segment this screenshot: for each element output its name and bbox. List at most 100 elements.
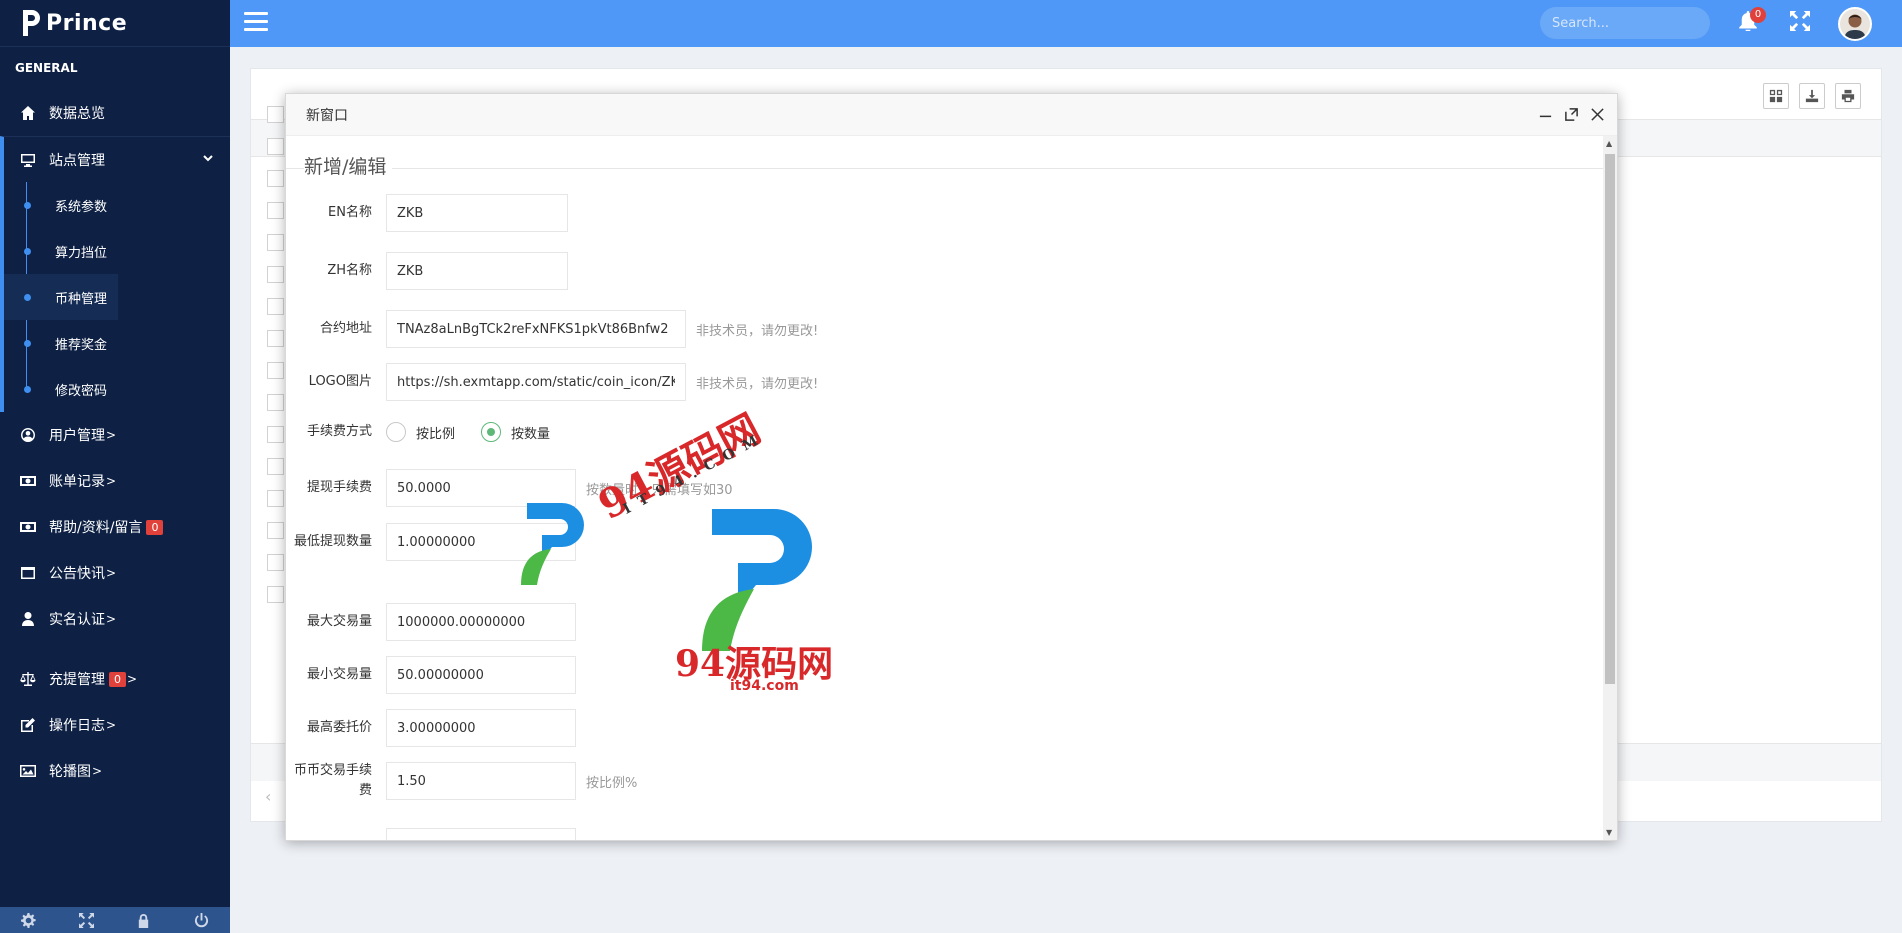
sidebar-item-label: 数据总览: [49, 106, 105, 122]
dialog-controls: [1537, 106, 1605, 122]
submenu-item-referral-bonus[interactable]: 推荐奖金: [4, 320, 230, 366]
image-icon: [19, 762, 37, 780]
sidebar-item-users[interactable]: 用户管理 >: [0, 412, 230, 458]
sidebar-item-site-management[interactable]: 站点管理: [0, 136, 230, 182]
submenu-label: 系统参数: [55, 199, 108, 215]
sidebar-item-carousel[interactable]: 轮播图 >: [0, 748, 230, 794]
chevron-right-icon: >: [106, 474, 117, 488]
sidebar-item-verification[interactable]: 实名认证 >: [0, 596, 230, 642]
row-checkbox[interactable]: [267, 330, 284, 347]
maximize-icon[interactable]: [1563, 106, 1579, 122]
row-checkbox[interactable]: [267, 426, 284, 443]
brand[interactable]: Prince: [0, 0, 230, 47]
print-icon[interactable]: [1835, 83, 1861, 109]
chevron-right-icon: >: [127, 672, 138, 686]
chevron-right-icon: >: [106, 612, 117, 626]
withdraw-fee-input[interactable]: [386, 469, 576, 507]
chevron-left-icon[interactable]: ‹: [265, 787, 271, 806]
en-name-input[interactable]: [386, 194, 568, 232]
user-circle-icon: [19, 426, 37, 444]
row-checkbox[interactable]: [267, 234, 284, 251]
menu-toggle-icon[interactable]: [244, 12, 268, 34]
sidebar-item-help[interactable]: 帮助/资料/留言 0: [0, 504, 230, 550]
avatar[interactable]: [1838, 7, 1872, 41]
trade-fee-hint: 按比例%: [586, 775, 638, 791]
sidebar-item-label: 公告快讯: [49, 566, 105, 582]
form-row-logo: LOGO图片 非技术员，请勿更改!: [286, 363, 818, 401]
logo-url-input[interactable]: [386, 363, 686, 401]
sidebar-submenu: 系统参数 算力挡位 币种管理 推荐奖金 修改密码: [0, 182, 230, 412]
max-trade-label: 最大交易量: [306, 614, 372, 629]
trade-fee-input[interactable]: [386, 762, 576, 800]
form-row-withdraw-fee: 提现手续费 按数量时，只需填写如30: [286, 469, 733, 507]
legend-divider: [286, 168, 1603, 169]
columns-icon[interactable]: [1763, 83, 1789, 109]
row-checkbox[interactable]: [267, 170, 284, 187]
row-checkbox[interactable]: [267, 138, 284, 155]
submenu-item-system-params[interactable]: 系统参数: [4, 182, 230, 228]
form-row-zh-name: ZH名称: [286, 252, 568, 290]
form-row-max-order-price: 最高委托价: [286, 709, 576, 747]
dialog-title-bar[interactable]: 新窗口: [286, 94, 1617, 136]
expand-icon[interactable]: [78, 912, 94, 928]
brand-logo-icon: [23, 10, 40, 36]
row-checkbox[interactable]: [267, 458, 284, 475]
edit-dialog: 新窗口 新增/编辑 EN名称 ZH名称 合约地址 非技术员，请勿更改! LOGO…: [285, 93, 1618, 841]
sidebar-item-deposit-withdraw[interactable]: 充提管理 0 >: [0, 656, 230, 702]
row-checkbox[interactable]: [267, 554, 284, 571]
trade-fee-label: 币币交易手续费: [293, 763, 372, 798]
sidebar-item-announcements[interactable]: 公告快讯 >: [0, 550, 230, 596]
row-checkbox[interactable]: [267, 106, 284, 123]
form-row-max-trade: 最大交易量: [286, 603, 576, 641]
max-trade-input[interactable]: [386, 603, 576, 641]
close-icon[interactable]: [1589, 106, 1605, 122]
row-checkbox[interactable]: [267, 522, 284, 539]
zh-name-input[interactable]: [386, 252, 568, 290]
row-checkbox[interactable]: [267, 490, 284, 507]
fullscreen-icon[interactable]: [1790, 11, 1812, 33]
search-box: [1540, 7, 1722, 39]
row-checkbox[interactable]: [267, 586, 284, 603]
min-trade-input[interactable]: [386, 656, 576, 694]
lock-icon[interactable]: [136, 912, 152, 928]
minimize-icon[interactable]: [1537, 106, 1553, 122]
sidebar-item-bills[interactable]: 账单记录 >: [0, 458, 230, 504]
bell-icon[interactable]: 0: [1738, 7, 1766, 33]
power-icon[interactable]: [193, 912, 209, 928]
sidebar-item-label: 帮助/资料/留言: [49, 520, 143, 536]
sidebar-item-label: 账单记录: [49, 474, 105, 490]
submenu-item-hashrate[interactable]: 算力挡位: [4, 228, 230, 274]
next-field-input[interactable]: [386, 828, 576, 840]
dialog-scrollbar[interactable]: ▲ ▼: [1603, 136, 1617, 840]
contract-address-input[interactable]: [386, 310, 686, 348]
sidebar-item-dashboard[interactable]: 数据总览: [0, 90, 230, 136]
submenu-label: 推荐奖金: [55, 337, 108, 353]
dot-icon: [24, 386, 31, 393]
scroll-down-icon[interactable]: ▼: [1606, 828, 1612, 837]
chevron-right-icon: >: [106, 718, 117, 732]
scroll-up-icon[interactable]: ▲: [1606, 139, 1612, 148]
fee-mode-amount-radio[interactable]: 按数量: [481, 422, 550, 442]
top-header: 0: [230, 0, 1902, 47]
fee-mode-ratio-radio[interactable]: 按比例: [386, 422, 455, 442]
window-icon: [19, 564, 37, 582]
submenu-item-coin-management[interactable]: 币种管理: [4, 274, 118, 320]
sidebar-item-operation-log[interactable]: 操作日志 >: [0, 702, 230, 748]
submenu-item-change-password[interactable]: 修改密码: [4, 366, 230, 412]
row-checkbox[interactable]: [267, 362, 284, 379]
chevron-right-icon: >: [106, 428, 117, 442]
row-checkbox[interactable]: [267, 266, 284, 283]
dot-icon: [24, 340, 31, 347]
sidebar-item-label: 实名认证: [49, 612, 105, 628]
row-checkbox[interactable]: [267, 298, 284, 315]
gear-icon[interactable]: [21, 912, 37, 928]
max-order-price-input[interactable]: [386, 709, 576, 747]
row-checkbox[interactable]: [267, 202, 284, 219]
export-icon[interactable]: [1799, 83, 1825, 109]
search-input[interactable]: [1552, 15, 1722, 31]
row-checkbox[interactable]: [267, 394, 284, 411]
scroll-thumb[interactable]: [1605, 154, 1615, 684]
min-withdraw-input[interactable]: [386, 523, 576, 561]
radio-label: 按数量: [511, 426, 551, 442]
form-row-min-trade: 最小交易量: [286, 656, 576, 694]
